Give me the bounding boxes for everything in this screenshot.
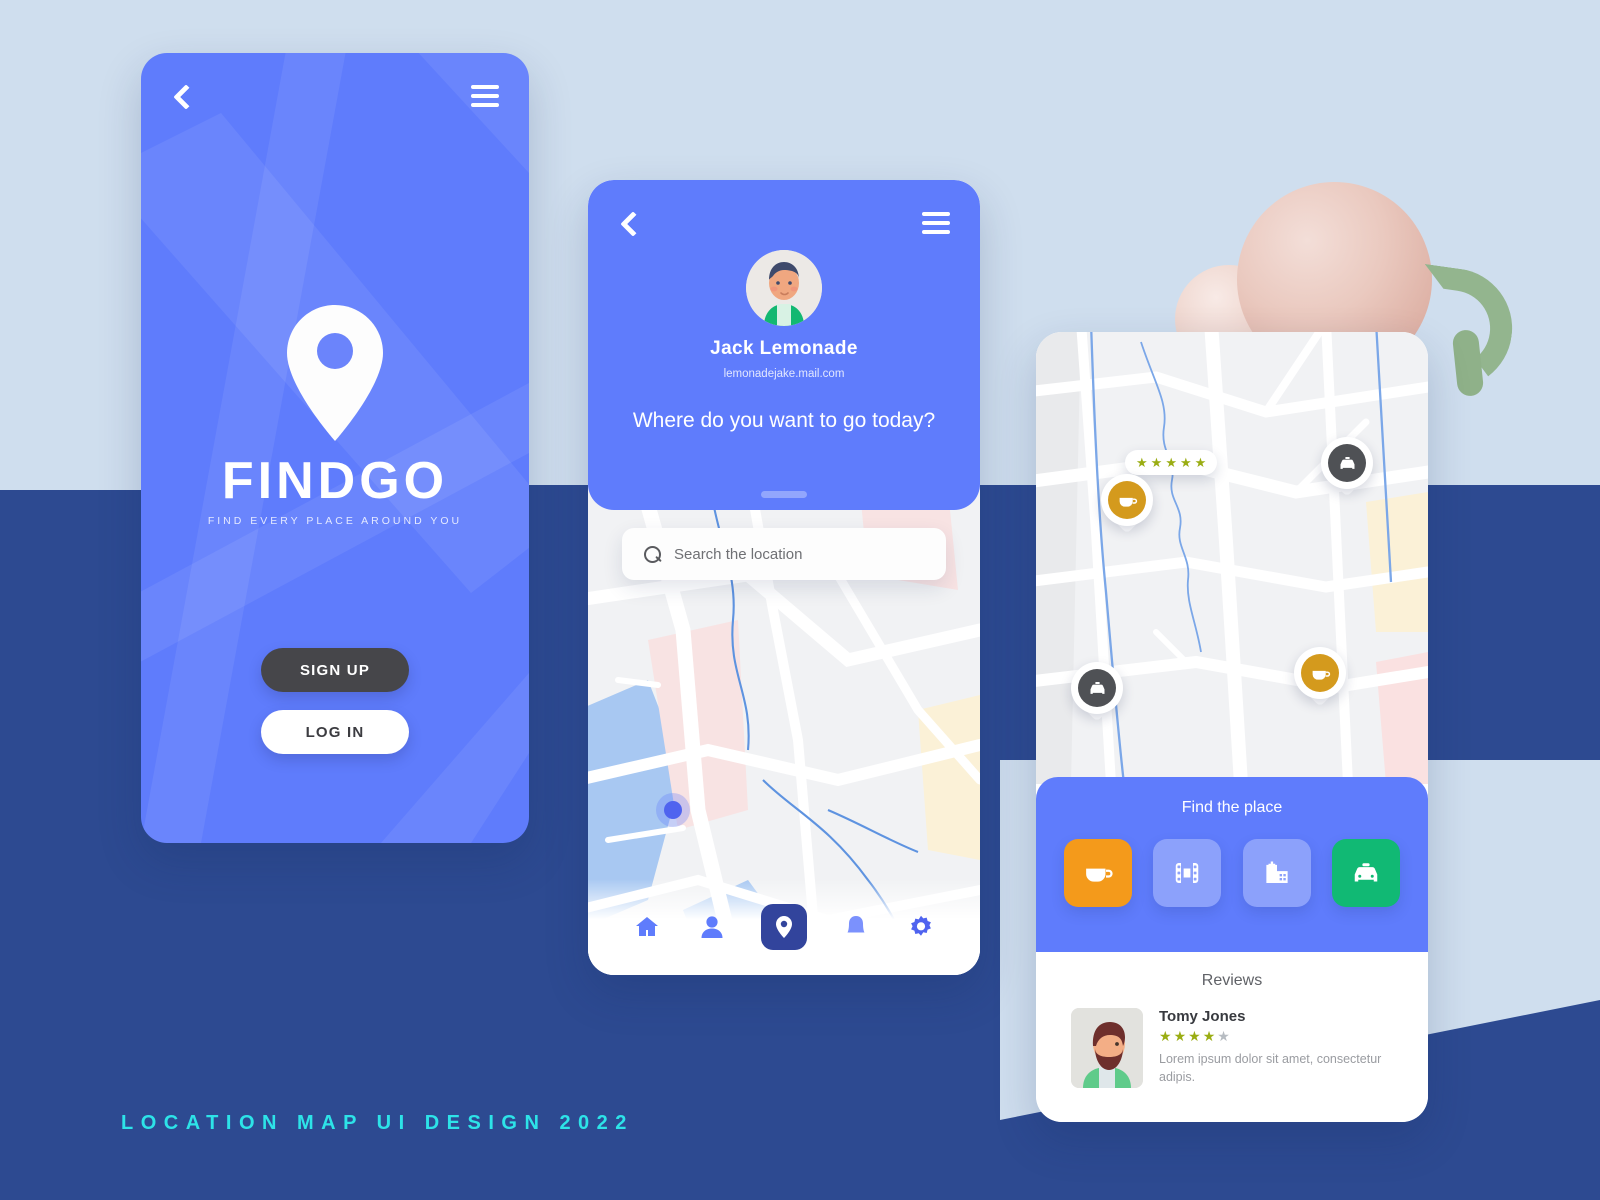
- person-icon: [701, 916, 723, 938]
- brand-name: FINDGO: [221, 452, 449, 510]
- find-place-title: Find the place: [1181, 799, 1283, 816]
- star-icon: ★: [1165, 455, 1177, 470]
- category-row: [1064, 839, 1400, 907]
- star-icon: ★: [1150, 455, 1163, 470]
- review-rating: ★ ★ ★ ★ ★: [1159, 1029, 1387, 1043]
- star-icon: ★: [1159, 1028, 1172, 1044]
- profile-question: Where do you want to go today?: [632, 409, 936, 432]
- screen-profile-map: Jack Lemonade lemonadejake.mail.com Wher…: [588, 180, 980, 975]
- nav-home-button[interactable]: [630, 910, 664, 944]
- star-icon: ★: [1188, 1028, 1201, 1044]
- taxi-car-icon: [1340, 456, 1354, 469]
- search-input[interactable]: Search the location: [622, 528, 946, 580]
- coffee-cup-icon: [1086, 868, 1113, 882]
- film-strip-icon: [1176, 863, 1199, 883]
- star-icon: ★: [1202, 1028, 1216, 1044]
- nav-profile-button[interactable]: [695, 910, 729, 944]
- profile-card: Jack Lemonade lemonadejake.mail.com Wher…: [588, 180, 980, 510]
- star-icon: ★: [1179, 455, 1192, 470]
- signup-button[interactable]: SIGN UP: [261, 648, 409, 692]
- review-author: Tomy Jones: [1159, 1008, 1246, 1025]
- map-marker-taxi[interactable]: [1321, 437, 1373, 499]
- taxi-car-icon: [1090, 681, 1104, 694]
- hamburger-menu-icon[interactable]: [471, 80, 499, 112]
- coffee-cup-icon: [1312, 670, 1330, 680]
- splash-topbar: [141, 53, 529, 139]
- profile-topbar: [588, 180, 980, 266]
- profile-user-name: Jack Lemonade: [710, 338, 858, 359]
- location-pin-icon: [775, 916, 792, 938]
- review-body: Tomy Jones ★ ★ ★ ★ ★ Lorem ipsum dolor s…: [1159, 1008, 1387, 1088]
- hospital-icon: [1266, 861, 1288, 883]
- user-avatar-bearded: [1071, 1008, 1143, 1088]
- current-location-dot: [656, 793, 690, 827]
- map-marker-cafe[interactable]: [1101, 474, 1153, 536]
- nav-settings-button[interactable]: [904, 910, 938, 944]
- reviews-title: Reviews: [1201, 972, 1263, 989]
- find-place-panel: Find the place: [1036, 777, 1428, 952]
- search-placeholder: Search the location: [674, 545, 803, 563]
- category-taxi-button[interactable]: [1331, 839, 1400, 907]
- location-pin-icon: [287, 305, 383, 441]
- star-icon: ★: [1136, 455, 1148, 470]
- review-text: Lorem ipsum dolor sit amet, consectetur …: [1159, 1052, 1382, 1085]
- search-icon: [644, 545, 661, 563]
- login-button[interactable]: LOG IN: [261, 710, 409, 754]
- home-icon: [635, 917, 658, 936]
- bottom-navigation: [588, 879, 980, 975]
- screen-find-place: ★ ★ ★ ★ ★ Find the place Reviews Tomy Jo…: [1036, 332, 1428, 1122]
- nav-notifications-button[interactable]: [839, 910, 873, 944]
- review-item: Tomy Jones ★ ★ ★ ★ ★ Lorem ipsum dolor s…: [1071, 1008, 1400, 1088]
- category-cinema-button[interactable]: [1153, 839, 1222, 907]
- screen-splash: FINDGO FIND EVERY PLACE AROUND YOU SIGN …: [141, 53, 529, 843]
- taxi-car-icon: [1354, 863, 1378, 882]
- chevron-left-icon[interactable]: [618, 212, 640, 234]
- splash-branding: FINDGO FIND EVERY PLACE AROUND YOU: [141, 303, 529, 527]
- star-icon: ★: [1194, 455, 1207, 470]
- star-icon: ★: [1173, 1028, 1187, 1044]
- place-map-canvas[interactable]: ★ ★ ★ ★ ★: [1036, 332, 1428, 791]
- chevron-left-icon[interactable]: [171, 85, 193, 107]
- star-icon-empty: ★: [1217, 1028, 1230, 1044]
- bell-icon: [847, 916, 865, 933]
- design-canvas: FINDGO FIND EVERY PLACE AROUND YOU SIGN …: [0, 0, 1600, 1200]
- reviews-section: Reviews Tomy Jones ★ ★ ★ ★ ★ Lorem ipsum…: [1036, 952, 1428, 1122]
- background-light-notch: [0, 0, 150, 490]
- category-hospital-button[interactable]: [1242, 839, 1311, 907]
- hamburger-menu-icon[interactable]: [922, 207, 950, 239]
- nav-map-button[interactable]: [760, 904, 807, 950]
- gear-icon: [911, 915, 932, 936]
- design-caption: LOCATION MAP UI DESIGN 2022: [121, 1112, 634, 1134]
- map-marker-taxi[interactable]: [1071, 662, 1123, 724]
- card-drag-handle[interactable]: [761, 491, 807, 498]
- map-marker-cafe[interactable]: [1294, 647, 1346, 709]
- category-cafe-button[interactable]: [1064, 839, 1132, 907]
- coffee-cup-icon: [1119, 497, 1137, 507]
- map-rating-badge: ★ ★ ★ ★ ★: [1125, 450, 1218, 475]
- avatar: [1071, 1008, 1143, 1088]
- profile-user-email: lemonadejake.mail.com: [723, 368, 845, 380]
- brand-tagline: FIND EVERY PLACE AROUND YOU: [207, 515, 463, 527]
- splash-actions: SIGN UP LOG IN: [141, 648, 529, 754]
